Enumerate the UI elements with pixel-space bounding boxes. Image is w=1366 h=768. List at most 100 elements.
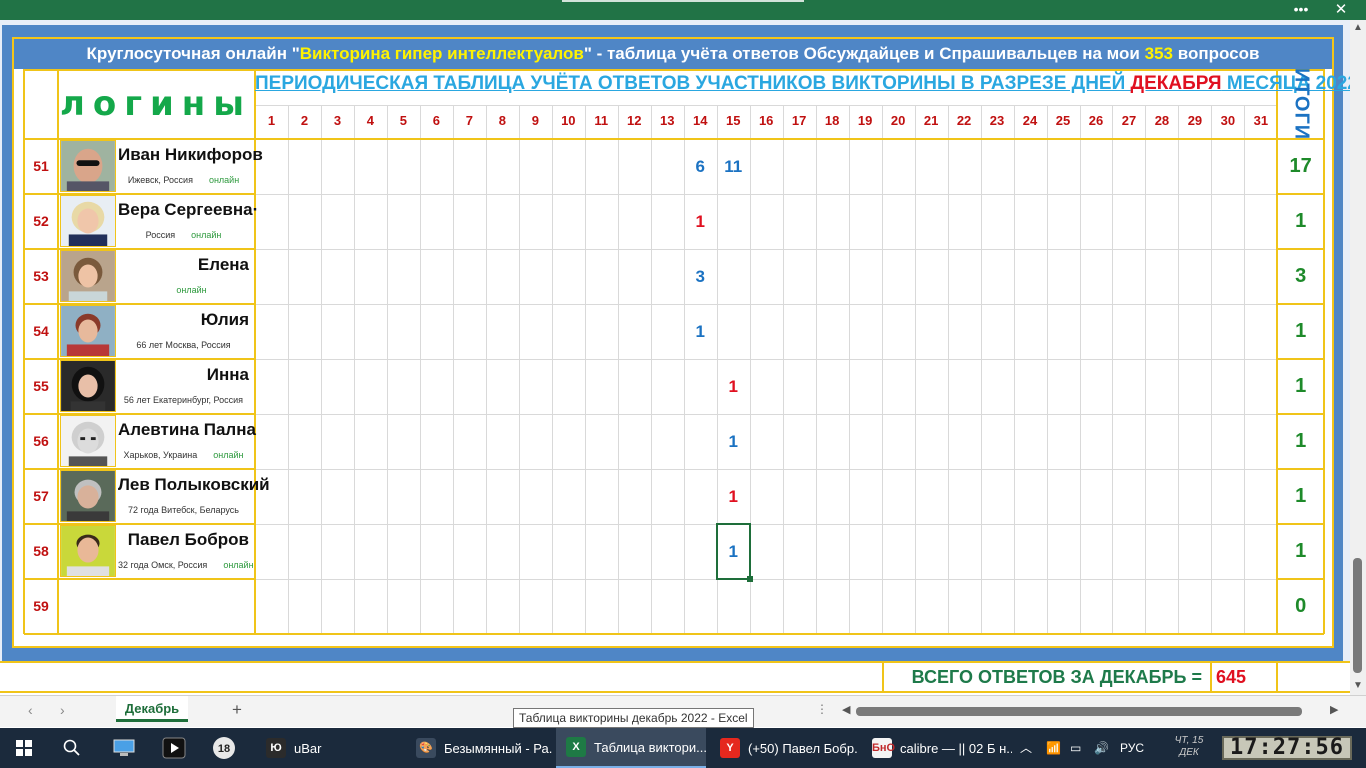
scroll-down-icon[interactable]: ▼ xyxy=(1353,680,1363,691)
input-language[interactable]: РУС xyxy=(1120,728,1144,768)
total-answers-value[interactable]: 645 xyxy=(1210,663,1278,691)
day-header-5[interactable]: 5 xyxy=(387,105,420,137)
day-header-12[interactable]: 12 xyxy=(618,105,651,137)
day-header-28[interactable]: 28 xyxy=(1145,105,1178,137)
vertical-scroll-thumb[interactable] xyxy=(1353,558,1362,673)
row-total[interactable]: 1 xyxy=(1277,359,1324,414)
selected-cell[interactable] xyxy=(715,523,751,580)
day-header-1[interactable]: 1 xyxy=(255,105,288,137)
scroll-left-icon[interactable]: ◀ xyxy=(842,703,850,716)
scroll-right-icon[interactable]: ▶ xyxy=(1330,703,1338,716)
day-header-10[interactable]: 10 xyxy=(552,105,585,137)
horizontal-scrollbar[interactable]: ◀ ▶ xyxy=(840,704,1345,718)
row-total[interactable]: 0 xyxy=(1277,579,1324,634)
row-number-56[interactable]: 56 xyxy=(25,414,57,469)
battery-icon[interactable]: ▭ xyxy=(1070,728,1081,768)
close-button[interactable]: ✕ xyxy=(1330,0,1352,20)
taskbar-item-2[interactable]: 🎨 Безымянный - Ра... xyxy=(406,728,552,768)
answer-cell-day-15[interactable]: 1 xyxy=(717,359,750,414)
horizontal-scroll-thumb[interactable] xyxy=(856,707,1302,716)
row-number-51[interactable]: 51 xyxy=(25,139,57,194)
row-number-53[interactable]: 53 xyxy=(25,249,57,304)
row-number-52[interactable]: 52 xyxy=(25,194,57,249)
row-number-55[interactable]: 55 xyxy=(25,359,57,414)
participant-name[interactable]: Лев Полыковский xyxy=(118,475,270,495)
row-number-58[interactable]: 58 xyxy=(25,524,57,579)
day-header-2[interactable]: 2 xyxy=(288,105,321,137)
taskbar-date[interactable]: ЧТ, 15 ДЕК xyxy=(1166,735,1212,759)
day-header-18[interactable]: 18 xyxy=(816,105,849,137)
day-header-20[interactable]: 20 xyxy=(882,105,915,137)
day-header-29[interactable]: 29 xyxy=(1178,105,1211,137)
next-sheet-icon[interactable]: › xyxy=(60,702,65,718)
participant-name[interactable]: Павел Бобров xyxy=(118,530,249,550)
participant-name[interactable]: Иван Никифоров xyxy=(118,145,263,165)
taskbar-item-4[interactable]: Y (+50) Павел Бобр... xyxy=(710,728,858,768)
day-header-9[interactable]: 9 xyxy=(519,105,552,137)
scroll-up-icon[interactable]: ▲ xyxy=(1353,22,1363,33)
day-header-6[interactable]: 6 xyxy=(420,105,453,137)
row-total[interactable]: 3 xyxy=(1277,249,1324,304)
answer-cell-day-14[interactable]: 1 xyxy=(684,194,717,249)
scroll-split-handle-icon[interactable]: ⋮ xyxy=(816,702,828,716)
prev-sheet-icon[interactable]: ‹ xyxy=(28,702,33,718)
day-header-7[interactable]: 7 xyxy=(453,105,486,137)
more-options-button[interactable]: ••• xyxy=(1290,0,1312,20)
taskbar-computer[interactable] xyxy=(104,728,144,768)
day-header-21[interactable]: 21 xyxy=(915,105,948,137)
answer-cell-day-15[interactable]: 1 xyxy=(717,414,750,469)
row-total[interactable]: 1 xyxy=(1277,469,1324,524)
row-number-54[interactable]: 54 xyxy=(25,304,57,359)
answer-cell-day-14[interactable]: 3 xyxy=(684,249,717,304)
row-total[interactable]: 1 xyxy=(1277,194,1324,249)
day-header-30[interactable]: 30 xyxy=(1211,105,1244,137)
network-icon[interactable]: 📶 xyxy=(1046,728,1061,768)
day-header-22[interactable]: 22 xyxy=(948,105,981,137)
day-header-23[interactable]: 23 xyxy=(981,105,1014,137)
row-total[interactable]: 1 xyxy=(1277,524,1324,579)
taskbar-media-player[interactable] xyxy=(154,728,194,768)
answer-cell-day-14[interactable]: 6 xyxy=(684,139,717,194)
taskbar-clock[interactable]: 17:27:56 xyxy=(1222,736,1352,760)
day-header-26[interactable]: 26 xyxy=(1080,105,1113,137)
taskbar-item-1[interactable]: ЮuBar xyxy=(256,728,396,768)
day-header-25[interactable]: 25 xyxy=(1047,105,1080,137)
row-number-59[interactable]: 59 xyxy=(25,579,57,634)
day-header-24[interactable]: 24 xyxy=(1014,105,1047,137)
start-button[interactable] xyxy=(0,728,48,768)
day-header-14[interactable]: 14 xyxy=(684,105,717,137)
day-header-13[interactable]: 13 xyxy=(651,105,684,137)
day-header-16[interactable]: 16 xyxy=(750,105,783,137)
worksheet-area[interactable]: Круглосуточная онлайн "Викторина гипер и… xyxy=(0,20,1366,661)
day-header-8[interactable]: 8 xyxy=(486,105,519,137)
participant-name[interactable]: Инна xyxy=(118,365,249,385)
row-number-57[interactable]: 57 xyxy=(25,469,57,524)
day-header-31[interactable]: 31 xyxy=(1244,105,1277,137)
day-header-11[interactable]: 11 xyxy=(585,105,618,137)
taskbar-item-3[interactable]: X Таблица виктори... xyxy=(556,728,706,768)
sheet-tab-dekabr[interactable]: Декабрь xyxy=(116,696,188,722)
add-sheet-button[interactable]: + xyxy=(232,700,242,720)
day-header-27[interactable]: 27 xyxy=(1112,105,1145,137)
participant-name[interactable]: Юлия xyxy=(118,310,249,330)
show-hidden-icons[interactable]: ︿ xyxy=(1020,728,1032,768)
fill-handle[interactable] xyxy=(746,576,753,582)
volume-icon[interactable]: 🔊 xyxy=(1094,728,1109,768)
row-total[interactable]: 1 xyxy=(1277,304,1324,359)
taskbar-app-18[interactable]: 18 xyxy=(204,728,244,768)
participant-name[interactable]: Вера Сергеевна· xyxy=(118,200,258,220)
participant-name[interactable]: Елена xyxy=(118,255,249,275)
day-header-4[interactable]: 4 xyxy=(354,105,387,137)
search-button[interactable] xyxy=(50,728,94,768)
row-total[interactable]: 17 xyxy=(1277,139,1324,194)
day-header-17[interactable]: 17 xyxy=(783,105,816,137)
participant-name[interactable]: Алевтина Пална xyxy=(118,420,256,440)
vertical-scrollbar[interactable]: ▲ ▼ xyxy=(1350,20,1366,696)
day-header-3[interactable]: 3 xyxy=(321,105,354,137)
answer-cell-day-14[interactable]: 1 xyxy=(684,304,717,359)
day-header-15[interactable]: 15 xyxy=(717,105,750,137)
answer-cell-day-15[interactable]: 11 xyxy=(717,139,750,194)
day-header-19[interactable]: 19 xyxy=(849,105,882,137)
answer-cell-day-15[interactable]: 1 xyxy=(717,469,750,524)
row-total[interactable]: 1 xyxy=(1277,414,1324,469)
